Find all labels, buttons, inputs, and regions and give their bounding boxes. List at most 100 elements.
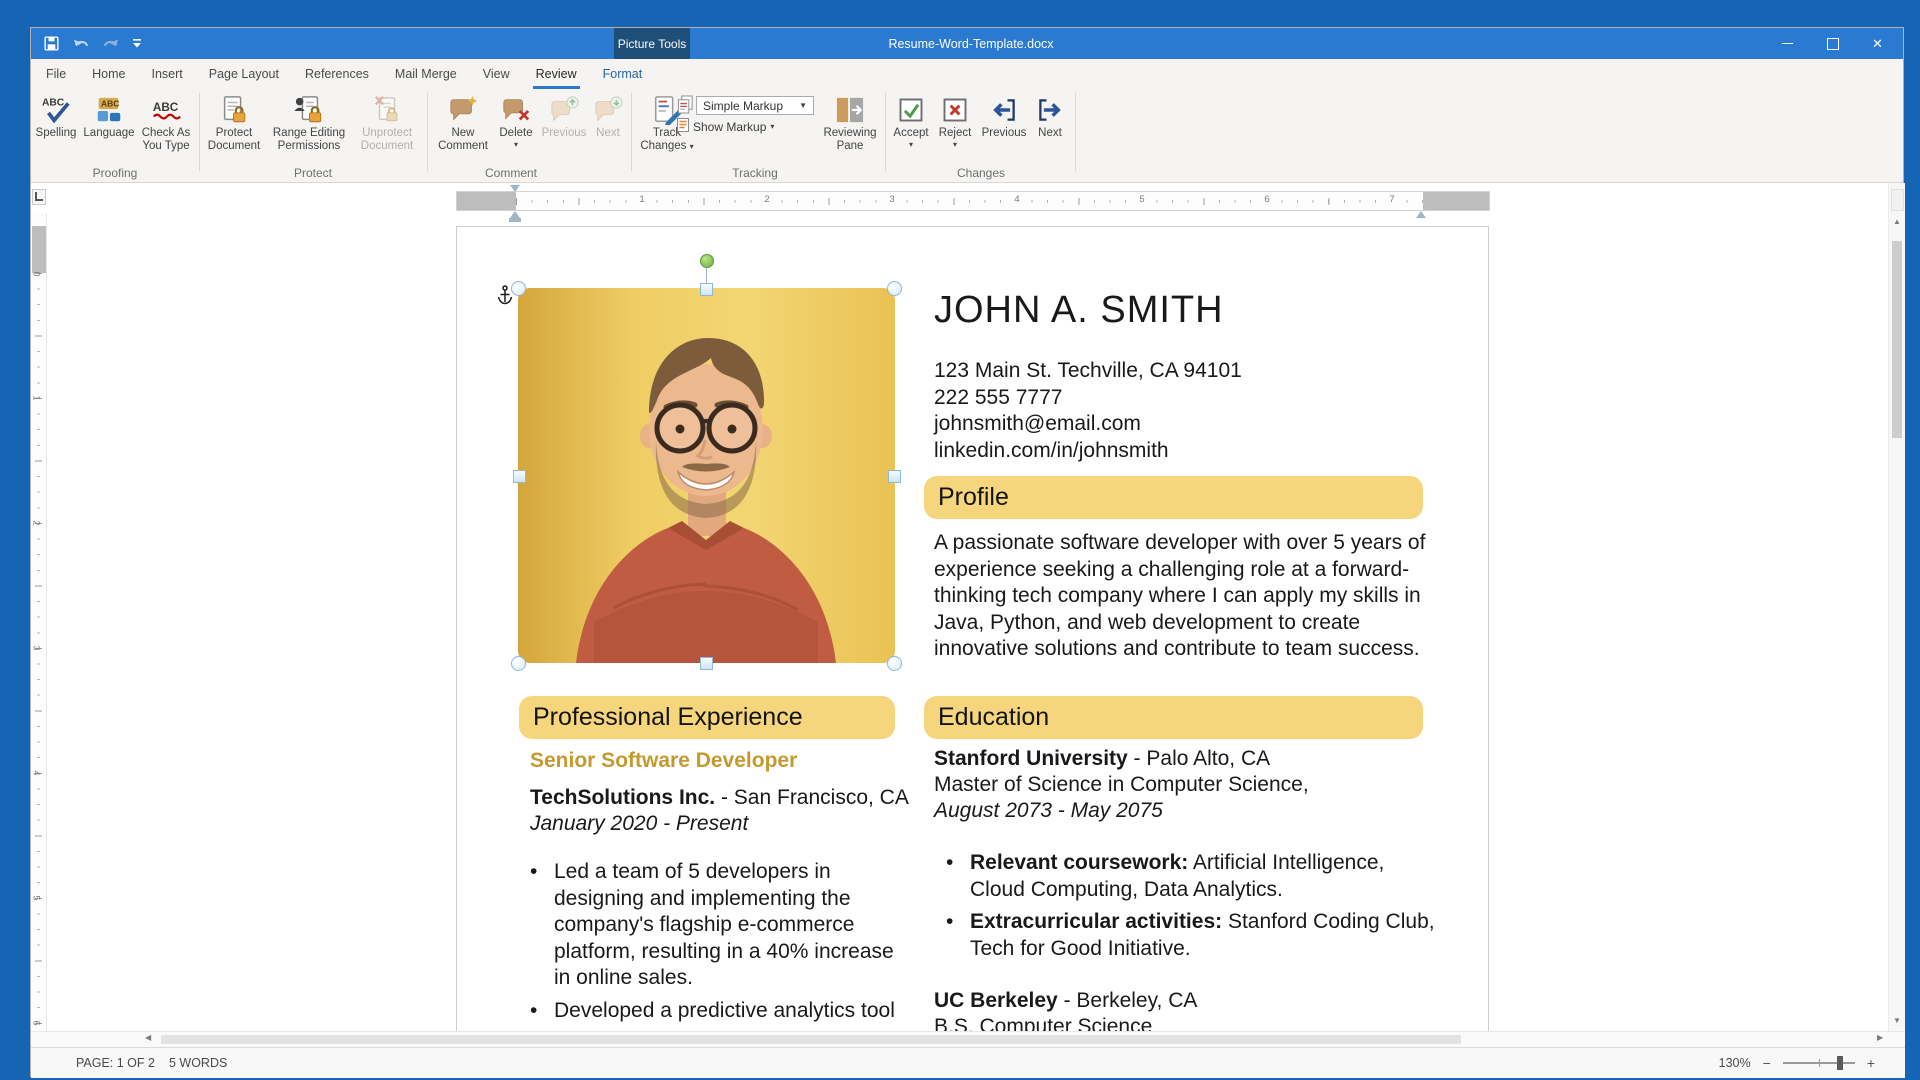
- previous-change-button[interactable]: Previous: [977, 93, 1031, 140]
- education-section-heading[interactable]: Education: [924, 696, 1423, 739]
- contact-email[interactable]: johnsmith@email.com: [934, 411, 1242, 438]
- resume-photo[interactable]: [518, 288, 895, 663]
- svg-text:ABC: ABC: [42, 97, 65, 108]
- tab-view[interactable]: View: [470, 59, 523, 89]
- new-comment-icon: [448, 93, 478, 126]
- unprotect-document-button[interactable]: Unprotect Document: [355, 93, 419, 153]
- word-count[interactable]: 5 WORDS: [169, 1056, 227, 1070]
- resume-name[interactable]: JOHN A. SMITH: [934, 289, 1224, 332]
- job-title[interactable]: Senior Software Developer: [530, 749, 797, 773]
- resize-handle-right[interactable]: [888, 470, 901, 483]
- ruler-toggle-button[interactable]: [1891, 189, 1904, 211]
- redo-icon[interactable]: [102, 36, 120, 52]
- next-change-icon: [1036, 93, 1064, 126]
- zoom-out-icon[interactable]: −: [1763, 1056, 1771, 1070]
- page-indicator[interactable]: PAGE: 1 OF 2: [76, 1056, 155, 1070]
- scroll-up-icon[interactable]: ▲: [1889, 217, 1905, 226]
- accept-button[interactable]: Accept ▾: [889, 93, 933, 149]
- check-as-you-type-button[interactable]: ABC Check As You Type: [137, 93, 195, 153]
- profile-section-heading[interactable]: Profile: [924, 476, 1423, 519]
- tab-format[interactable]: Format: [590, 59, 656, 89]
- reject-icon: [941, 93, 969, 126]
- profile-text[interactable]: A passionate software developer with ove…: [934, 530, 1439, 663]
- resize-handle-bottom-right[interactable]: [887, 656, 902, 671]
- vertical-ruler[interactable]: 0 1 2 3 4 5 6: [32, 213, 47, 1031]
- protect-document-button[interactable]: Protect Document: [205, 93, 263, 153]
- contact-linkedin[interactable]: linkedin.com/in/johnsmith: [934, 438, 1242, 465]
- close-button[interactable]: ✕: [1855, 28, 1900, 59]
- experience-bullet[interactable]: •Developed a predictive analytics tool: [530, 998, 908, 1025]
- experience-dates[interactable]: January 2020 - Present: [530, 811, 748, 838]
- scroll-down-icon[interactable]: ▼: [1889, 1016, 1905, 1025]
- save-icon[interactable]: [43, 35, 60, 52]
- tab-file[interactable]: File: [33, 59, 79, 89]
- resize-handle-left[interactable]: [513, 470, 526, 483]
- school-2-line[interactable]: UC Berkeley - Berkeley, CA: [934, 988, 1197, 1015]
- first-line-indent-marker[interactable]: [510, 185, 520, 192]
- resize-handle-top[interactable]: [700, 283, 713, 296]
- bullet-icon: •: [946, 850, 970, 903]
- horizontal-scrollbar[interactable]: ◀ ▶: [31, 1031, 1905, 1047]
- resize-handle-top-left[interactable]: [511, 281, 526, 296]
- resize-handle-bottom[interactable]: [700, 657, 713, 670]
- document-page[interactable]: JOHN A. SMITH 123 Main St. Techville, CA…: [456, 226, 1489, 1031]
- degree-2[interactable]: B.S. Computer Science: [934, 1014, 1152, 1031]
- education-bullet[interactable]: •Extracurricular activities: Stanford Co…: [946, 909, 1446, 962]
- zoom-slider[interactable]: [1783, 1062, 1855, 1064]
- tab-stop-selector[interactable]: [32, 189, 46, 205]
- experience-bullet[interactable]: •Led a team of 5 developers in designing…: [530, 859, 908, 992]
- company-line[interactable]: TechSolutions Inc. - San Francisco, CA: [530, 785, 909, 812]
- accept-dropdown-caret: ▾: [909, 140, 913, 149]
- tab-insert[interactable]: Insert: [139, 59, 196, 89]
- experience-bullets[interactable]: •Led a team of 5 developers in designing…: [530, 859, 908, 1030]
- previous-comment-button[interactable]: Previous: [541, 93, 587, 140]
- vertical-scrollbar[interactable]: ▲ ▼: [1888, 183, 1905, 1031]
- rotation-handle[interactable]: [700, 254, 714, 268]
- tab-mail-merge[interactable]: Mail Merge: [382, 59, 470, 89]
- contact-phone[interactable]: 222 555 7777: [934, 385, 1242, 412]
- minimize-button[interactable]: [1765, 28, 1810, 59]
- reject-button[interactable]: Reject ▾: [935, 93, 975, 149]
- right-indent-marker[interactable]: [1416, 211, 1426, 218]
- education-bullets[interactable]: •Relevant coursework: Artificial Intelli…: [946, 850, 1446, 968]
- tab-references[interactable]: References: [292, 59, 382, 89]
- scroll-right-icon[interactable]: ▶: [1877, 1033, 1883, 1042]
- vertical-scrollbar-thumb[interactable]: [1892, 241, 1902, 438]
- display-for-review-select[interactable]: Simple Markup ▼: [696, 96, 814, 115]
- show-markup-button[interactable]: Show Markup ▾: [677, 118, 774, 135]
- hanging-indent-marker[interactable]: [510, 211, 520, 218]
- resize-handle-top-right[interactable]: [887, 281, 902, 296]
- zoom-level[interactable]: 130%: [1719, 1056, 1751, 1070]
- education-dates-1[interactable]: August 2073 - May 2075: [934, 798, 1163, 825]
- tab-home[interactable]: Home: [79, 59, 138, 89]
- document-title: Resume-Word-Template.docx: [821, 28, 1121, 59]
- next-comment-button[interactable]: Next: [591, 93, 625, 140]
- customize-qat-icon[interactable]: [132, 39, 142, 48]
- tab-review[interactable]: Review: [523, 59, 590, 89]
- reviewing-pane-button[interactable]: Reviewing Pane: [819, 93, 881, 153]
- resume-contact[interactable]: 123 Main St. Techville, CA 94101 222 555…: [934, 358, 1242, 464]
- resize-handle-bottom-left[interactable]: [511, 656, 526, 671]
- undo-icon[interactable]: [72, 36, 90, 52]
- degree-1[interactable]: Master of Science in Computer Science,: [934, 772, 1309, 799]
- school-1-line[interactable]: Stanford University - Palo Alto, CA: [934, 746, 1270, 773]
- spelling-button[interactable]: ABC Spelling: [31, 93, 81, 140]
- language-button[interactable]: ABC Language: [83, 93, 135, 140]
- next-change-button[interactable]: Next: [1033, 93, 1067, 140]
- zoom-slider-thumb[interactable]: [1837, 1056, 1843, 1070]
- maximize-button[interactable]: [1810, 28, 1855, 59]
- scroll-left-icon[interactable]: ◀: [145, 1033, 151, 1042]
- zoom-in-icon[interactable]: +: [1867, 1056, 1875, 1070]
- range-editing-permissions-button[interactable]: Range Editing Permissions: [267, 93, 351, 153]
- left-indent-marker[interactable]: [509, 218, 521, 222]
- horizontal-ruler[interactable]: 1 2 3 4 5 6 7: [456, 185, 1490, 219]
- tab-page-layout[interactable]: Page Layout: [196, 59, 292, 89]
- delete-comment-button[interactable]: Delete ▾: [495, 93, 537, 149]
- education-bullet[interactable]: •Relevant coursework: Artificial Intelli…: [946, 850, 1446, 903]
- new-comment-button[interactable]: New Comment: [435, 93, 491, 153]
- contact-address[interactable]: 123 Main St. Techville, CA 94101: [934, 358, 1242, 385]
- horizontal-scrollbar-thumb[interactable]: [161, 1035, 1461, 1044]
- accept-icon: [897, 93, 925, 126]
- experience-section-heading[interactable]: Professional Experience: [519, 696, 895, 739]
- ribbon-tab-bar: File Home Insert Page Layout References …: [31, 59, 1903, 89]
